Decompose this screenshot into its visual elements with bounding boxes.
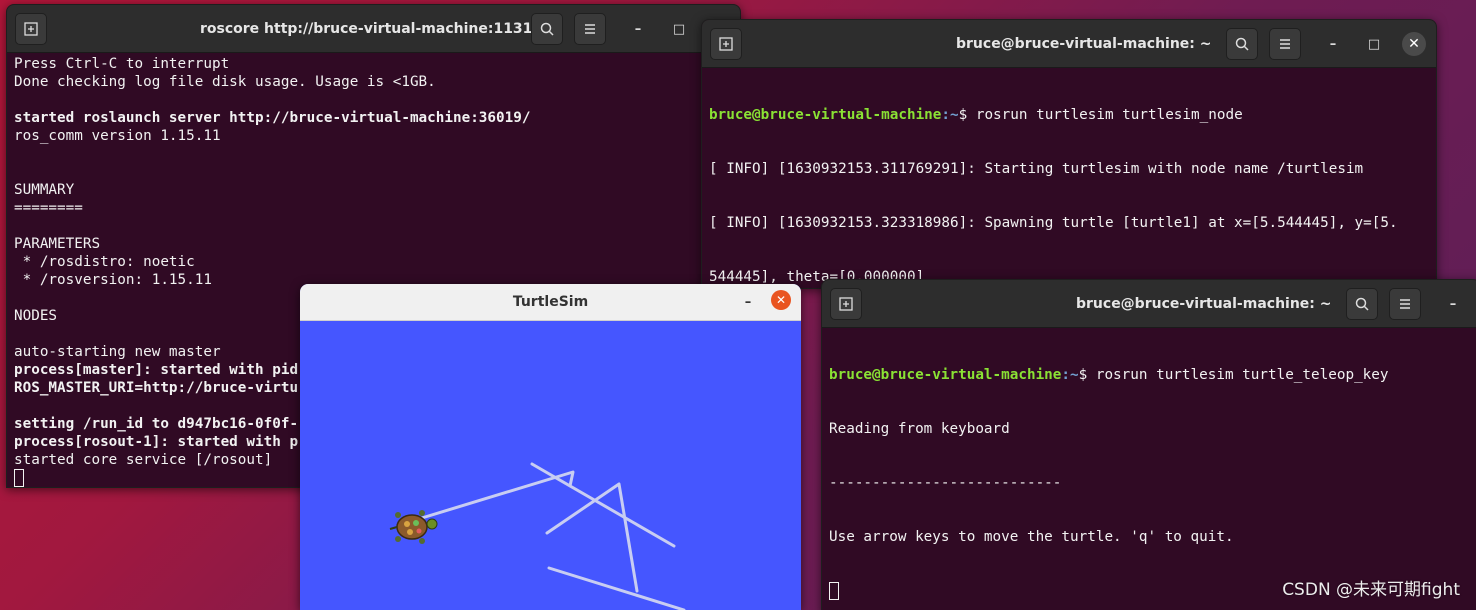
minimize-button[interactable]: – xyxy=(1321,32,1345,56)
turtlesim-canvas[interactable] xyxy=(300,321,801,610)
minimize-icon: – xyxy=(1449,296,1457,312)
search-button[interactable] xyxy=(1346,288,1378,320)
minimize-button[interactable]: – xyxy=(1441,292,1465,316)
terminal-output[interactable]: bruce@bruce-virtual-machine:~$ rosrun tu… xyxy=(829,330,1476,610)
minimize-button[interactable]: – xyxy=(626,17,650,41)
new-tab-icon xyxy=(719,37,733,51)
output-line: SUMMARY xyxy=(14,182,75,198)
terminal-cursor xyxy=(14,469,24,487)
output-line: ======== xyxy=(14,200,83,216)
minimize-icon: – xyxy=(744,294,752,310)
prompt-command: $ rosrun turtlesim turtlesim_node xyxy=(958,107,1243,123)
titlebar[interactable]: bruce@bruce-virtual-machine: ~ – □ ✕ xyxy=(702,20,1436,68)
prompt-path: :~ xyxy=(1061,367,1079,383)
hamburger-icon xyxy=(585,24,595,34)
terminal-output[interactable]: bruce@bruce-virtual-machine:~$ rosrun tu… xyxy=(709,70,1432,288)
search-button[interactable] xyxy=(531,13,563,45)
turtlesim-node-terminal-window[interactable]: bruce@bruce-virtual-machine: ~ – □ ✕ bru… xyxy=(701,19,1437,289)
minimize-button[interactable]: – xyxy=(736,290,760,314)
titlebar[interactable]: roscore http://bruce-virtual-machine:113… xyxy=(7,5,740,53)
output-line: Press Ctrl-C to interrupt xyxy=(14,56,230,72)
output-line: PARAMETERS xyxy=(14,236,101,252)
window-title: bruce@bruce-virtual-machine: ~ xyxy=(1076,296,1332,312)
output-line: [ INFO] [1630932153.311769291]: Starting… xyxy=(709,161,1364,177)
prompt-user: bruce@bruce-virtual-machine xyxy=(709,107,942,123)
search-icon xyxy=(1355,297,1369,311)
terminal-cursor xyxy=(829,582,839,600)
teleop-terminal-window[interactable]: bruce@bruce-virtual-machine: ~ – bruce@b… xyxy=(821,279,1476,610)
prompt-line: bruce@bruce-virtual-machine:~$ rosrun tu… xyxy=(709,106,1432,124)
menu-button[interactable] xyxy=(574,13,606,45)
output-line: ros_comm version 1.15.11 xyxy=(14,128,221,144)
menu-button[interactable] xyxy=(1269,28,1301,60)
maximize-icon: □ xyxy=(672,21,686,37)
turtlesim-window[interactable]: TurtleSim – ✕ xyxy=(300,284,801,610)
output-line: Use arrow keys to move the turtle. 'q' t… xyxy=(829,529,1234,545)
output-line: [ INFO] [1630932153.323318986]: Spawning… xyxy=(709,215,1398,231)
close-icon: ✕ xyxy=(1408,36,1420,52)
close-button[interactable]: ✕ xyxy=(1402,32,1426,56)
output-line: --------------------------- xyxy=(829,475,1062,491)
search-icon xyxy=(1235,37,1249,51)
turtle-path xyxy=(410,462,686,610)
hamburger-icon xyxy=(1280,39,1290,49)
minimize-icon: – xyxy=(1329,36,1337,52)
output-line: Done checking log file disk usage. Usage… xyxy=(14,74,436,90)
output-line: Reading from keyboard xyxy=(829,421,1010,437)
maximize-button[interactable]: □ xyxy=(1362,32,1386,56)
menu-button[interactable] xyxy=(1389,288,1421,320)
prompt-path: :~ xyxy=(941,107,959,123)
window-title: bruce@bruce-virtual-machine: ~ xyxy=(956,36,1212,52)
prompt-user: bruce@bruce-virtual-machine xyxy=(829,367,1062,383)
window-title: roscore http://bruce-virtual-machine:113… xyxy=(200,21,548,37)
new-tab-icon xyxy=(24,22,38,36)
close-button[interactable]: ✕ xyxy=(771,290,791,310)
search-button[interactable] xyxy=(1226,28,1258,60)
search-icon xyxy=(540,22,554,36)
output-line: started roslaunch server http://bruce-vi… xyxy=(14,110,531,126)
new-tab-icon xyxy=(839,297,853,311)
hamburger-icon xyxy=(1400,299,1410,309)
maximize-icon: □ xyxy=(1367,36,1381,52)
prompt-line: bruce@bruce-virtual-machine:~$ rosrun tu… xyxy=(829,366,1476,384)
watermark: CSDN @未来可期fight xyxy=(1282,580,1460,600)
close-icon: ✕ xyxy=(775,293,787,307)
new-tab-button[interactable] xyxy=(830,288,862,320)
titlebar[interactable]: TurtleSim – ✕ xyxy=(300,284,801,321)
new-tab-button[interactable] xyxy=(710,28,742,60)
window-title: TurtleSim xyxy=(512,294,589,310)
minimize-icon: – xyxy=(634,21,642,37)
output-line: * /rosdistro: noetic xyxy=(14,254,195,270)
maximize-button[interactable]: □ xyxy=(667,17,691,41)
prompt-command: $ rosrun turtlesim turtle_teleop_key xyxy=(1078,367,1389,383)
new-tab-button[interactable] xyxy=(15,13,47,45)
titlebar[interactable]: bruce@bruce-virtual-machine: ~ – xyxy=(822,280,1476,328)
